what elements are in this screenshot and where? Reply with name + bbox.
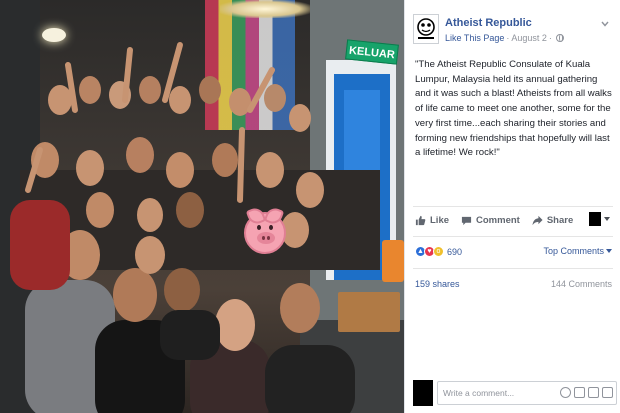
post-as-selector[interactable] — [589, 212, 610, 226]
chevron-down-icon[interactable] — [601, 20, 609, 28]
emoji-icon[interactable] — [560, 387, 571, 398]
comments-count[interactable]: 144 Comments — [551, 279, 612, 289]
divider — [413, 206, 613, 207]
comment-composer: Write a comment... — [413, 380, 617, 406]
post-photo[interactable]: KELUAR — [0, 0, 404, 413]
camera-icon[interactable] — [574, 387, 585, 398]
gif-icon[interactable] — [588, 387, 599, 398]
pig-snout — [257, 232, 275, 244]
viewer-avatar — [589, 212, 601, 226]
post-panel: Atheist Republic Like This Page · August… — [404, 0, 620, 413]
post-actions: Like Comment Share — [415, 212, 615, 228]
commenter-avatar — [413, 380, 433, 406]
post-date[interactable]: August 2 — [511, 33, 547, 43]
page-name-link[interactable]: Atheist Republic — [445, 17, 532, 29]
share-icon — [532, 215, 543, 225]
globe-icon — [555, 34, 564, 42]
share-button[interactable]: Share — [532, 215, 573, 226]
reaction-count: 690 — [447, 246, 463, 257]
crowd-back-row — [48, 76, 311, 132]
meta-separator: · — [548, 33, 552, 43]
post-text: "The Atheist Republic Consulate of Kuala… — [415, 59, 612, 159]
atheist-republic-logo-icon — [417, 18, 435, 39]
top-comments-label: Top Comments — [543, 246, 604, 256]
like-page-link[interactable]: Like This Page — [445, 33, 504, 43]
reaction-summary[interactable]: ▲ ♥ o 690 — [415, 246, 462, 257]
comment-input[interactable]: Write a comment... — [437, 381, 617, 405]
comment-icon — [461, 216, 472, 225]
page-avatar[interactable] — [413, 14, 439, 44]
comment-button[interactable]: Comment — [461, 215, 520, 226]
pig-eye — [269, 225, 273, 230]
photo-ceiling-light — [220, 0, 310, 18]
like-label: Like — [430, 214, 450, 226]
divider — [413, 268, 613, 269]
composer-icons — [560, 387, 613, 398]
caret-down-icon — [604, 217, 610, 221]
comment-label: Comment — [476, 214, 520, 226]
thumbs-up-icon — [415, 215, 426, 225]
sticker-icon[interactable] — [602, 387, 613, 398]
divider — [413, 236, 613, 237]
pig-face-sticker — [244, 212, 286, 254]
pig-eye — [257, 225, 261, 230]
caret-down-icon — [606, 249, 612, 253]
comment-placeholder: Write a comment... — [443, 388, 515, 398]
photo-crowd — [10, 42, 380, 413]
top-comments-dropdown[interactable]: Top Comments — [543, 246, 612, 256]
meta-separator: · — [506, 33, 510, 43]
wow-icon: o — [433, 246, 444, 257]
like-button[interactable]: Like — [415, 215, 449, 226]
post-meta: Like This Page · August 2 · — [445, 33, 564, 43]
shares-count[interactable]: 159 shares — [415, 279, 460, 289]
share-label: Share — [546, 214, 574, 226]
post-header: Atheist Republic Like This Page · August… — [413, 14, 613, 50]
